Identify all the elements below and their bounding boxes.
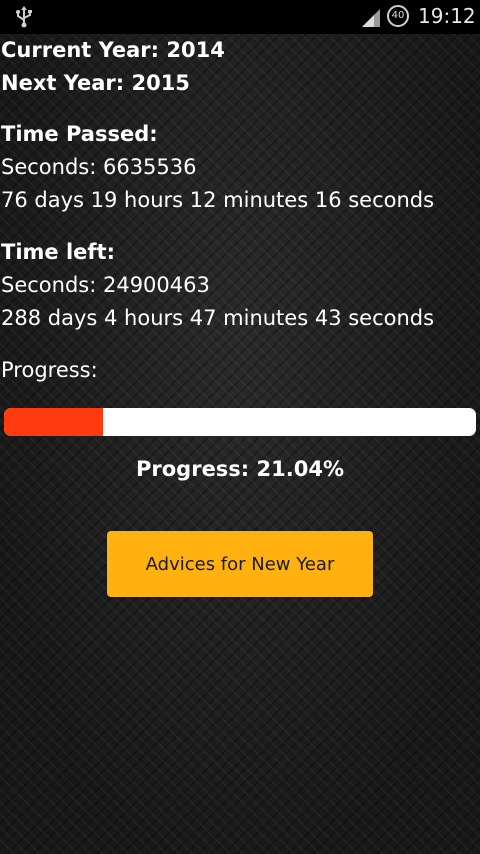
progress-bar xyxy=(4,408,476,436)
time-left-breakdown: 288 days 4 hours 47 minutes 43 seconds xyxy=(1,306,435,330)
next-year-label: Next Year: 2015 xyxy=(1,71,190,95)
progress-bar-fill xyxy=(4,408,104,436)
time-passed-breakdown: 76 days 19 hours 12 minutes 16 seconds xyxy=(1,188,435,212)
advices-button[interactable]: Advices for New Year xyxy=(107,531,373,597)
progress-percent-text: Progress: 21.04% xyxy=(136,457,344,481)
alarm-icon: 40 xyxy=(387,5,409,27)
time-left-seconds: Seconds: 24900463 xyxy=(1,273,210,297)
status-clock: 19:12 xyxy=(418,4,476,28)
usb-icon xyxy=(16,6,32,28)
time-left-heading: Time left: xyxy=(1,240,115,264)
time-passed-heading: Time Passed: xyxy=(1,122,158,146)
progress-label: Progress: xyxy=(1,358,98,382)
status-bar: 40 19:12 xyxy=(0,0,480,34)
current-year-label: Current Year: 2014 xyxy=(1,38,225,62)
time-passed-seconds: Seconds: 6635536 xyxy=(1,155,197,179)
signal-icon xyxy=(362,9,380,27)
